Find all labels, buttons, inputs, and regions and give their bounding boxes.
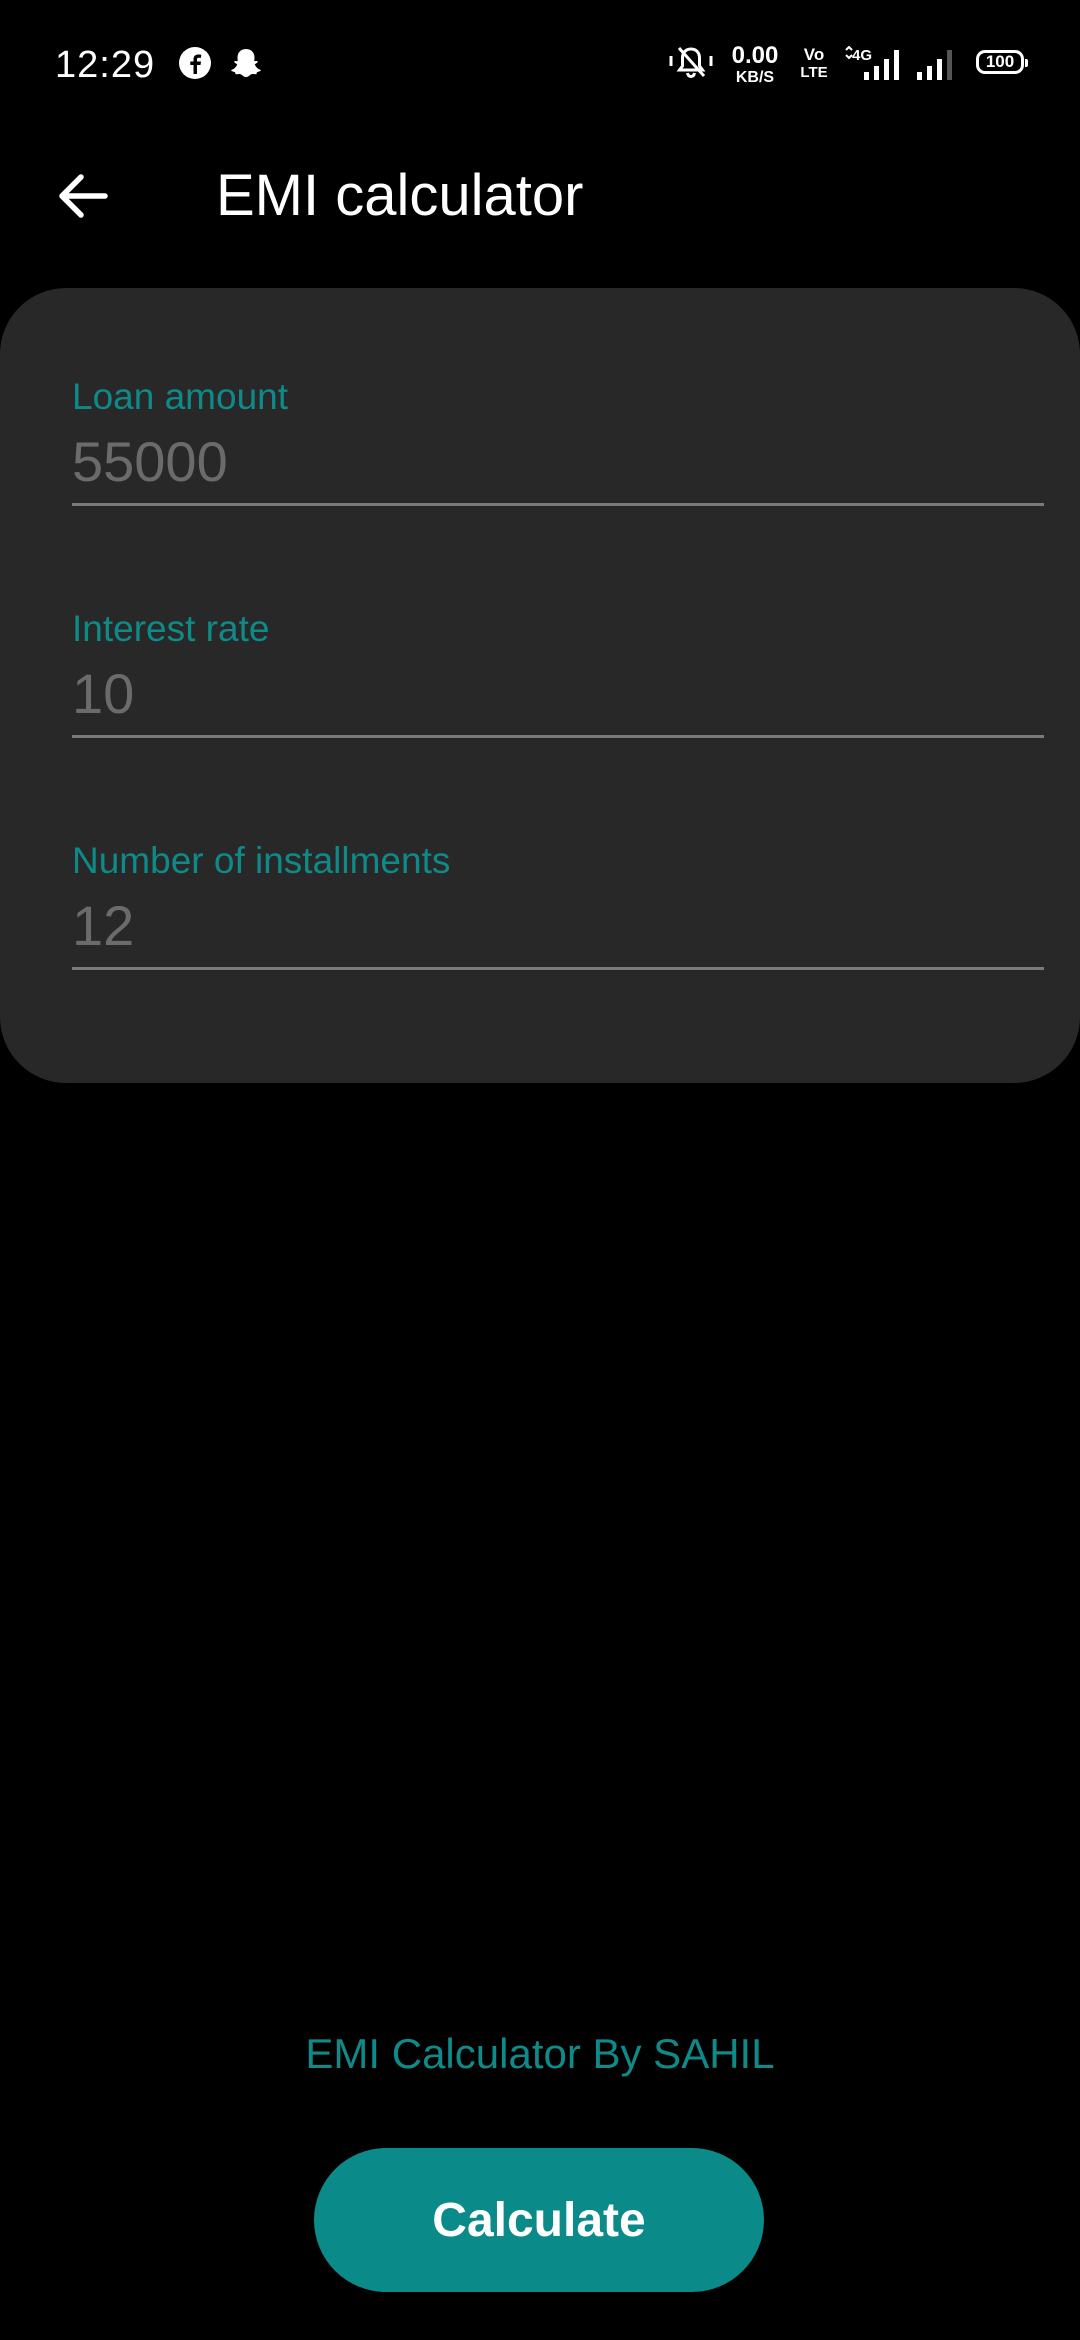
installments-field: Number of installments: [72, 840, 1044, 990]
interest-rate-input[interactable]: [72, 658, 1044, 728]
volte-top-label: Vo: [803, 45, 825, 64]
interest-rate-field: Interest rate: [72, 608, 1044, 758]
network-type-label: 4G: [852, 47, 872, 64]
volte-indicator: Vo LTE: [794, 46, 834, 80]
calculate-button[interactable]: Calculate: [314, 2148, 764, 2292]
installments-input[interactable]: [72, 890, 1044, 960]
volte-bottom-label: LTE: [800, 64, 828, 81]
facebook-icon: [178, 46, 212, 80]
arrow-left-icon: [59, 174, 108, 218]
page-title: EMI calculator: [216, 163, 584, 228]
snapchat-icon: [228, 46, 264, 80]
network-speed-unit: KB/S: [735, 69, 775, 86]
installments-underline: [72, 967, 1044, 970]
status-time: 12:29: [55, 44, 156, 86]
loan-form-card: Loan amount Interest rate Number of inst…: [0, 288, 1080, 1083]
network-speed: 0.00 KB/S: [728, 44, 782, 86]
loan-amount-underline: [72, 503, 1044, 506]
muted-bell-icon: [666, 44, 716, 80]
interest-rate-underline: [72, 735, 1044, 738]
credit-text: EMI Calculator By SAHIL: [305, 2030, 775, 2077]
back-button[interactable]: [40, 158, 124, 234]
installments-label: Number of installments: [72, 840, 451, 881]
network-speed-value: 0.00: [731, 42, 779, 69]
battery-indicator: 100: [976, 50, 1028, 74]
interest-rate-label: Interest rate: [72, 608, 270, 649]
app-bar: EMI calculator: [0, 140, 1080, 250]
loan-amount-label: Loan amount: [72, 376, 289, 417]
status-bar: 12:29 0.00 KB/S Vo LTE 4G 100: [0, 0, 1080, 130]
signal-icon: [914, 46, 960, 82]
loan-amount-field: Loan amount: [72, 376, 1044, 526]
signal-4g-icon: 4G: [844, 46, 902, 82]
loan-amount-input[interactable]: [72, 426, 1044, 496]
